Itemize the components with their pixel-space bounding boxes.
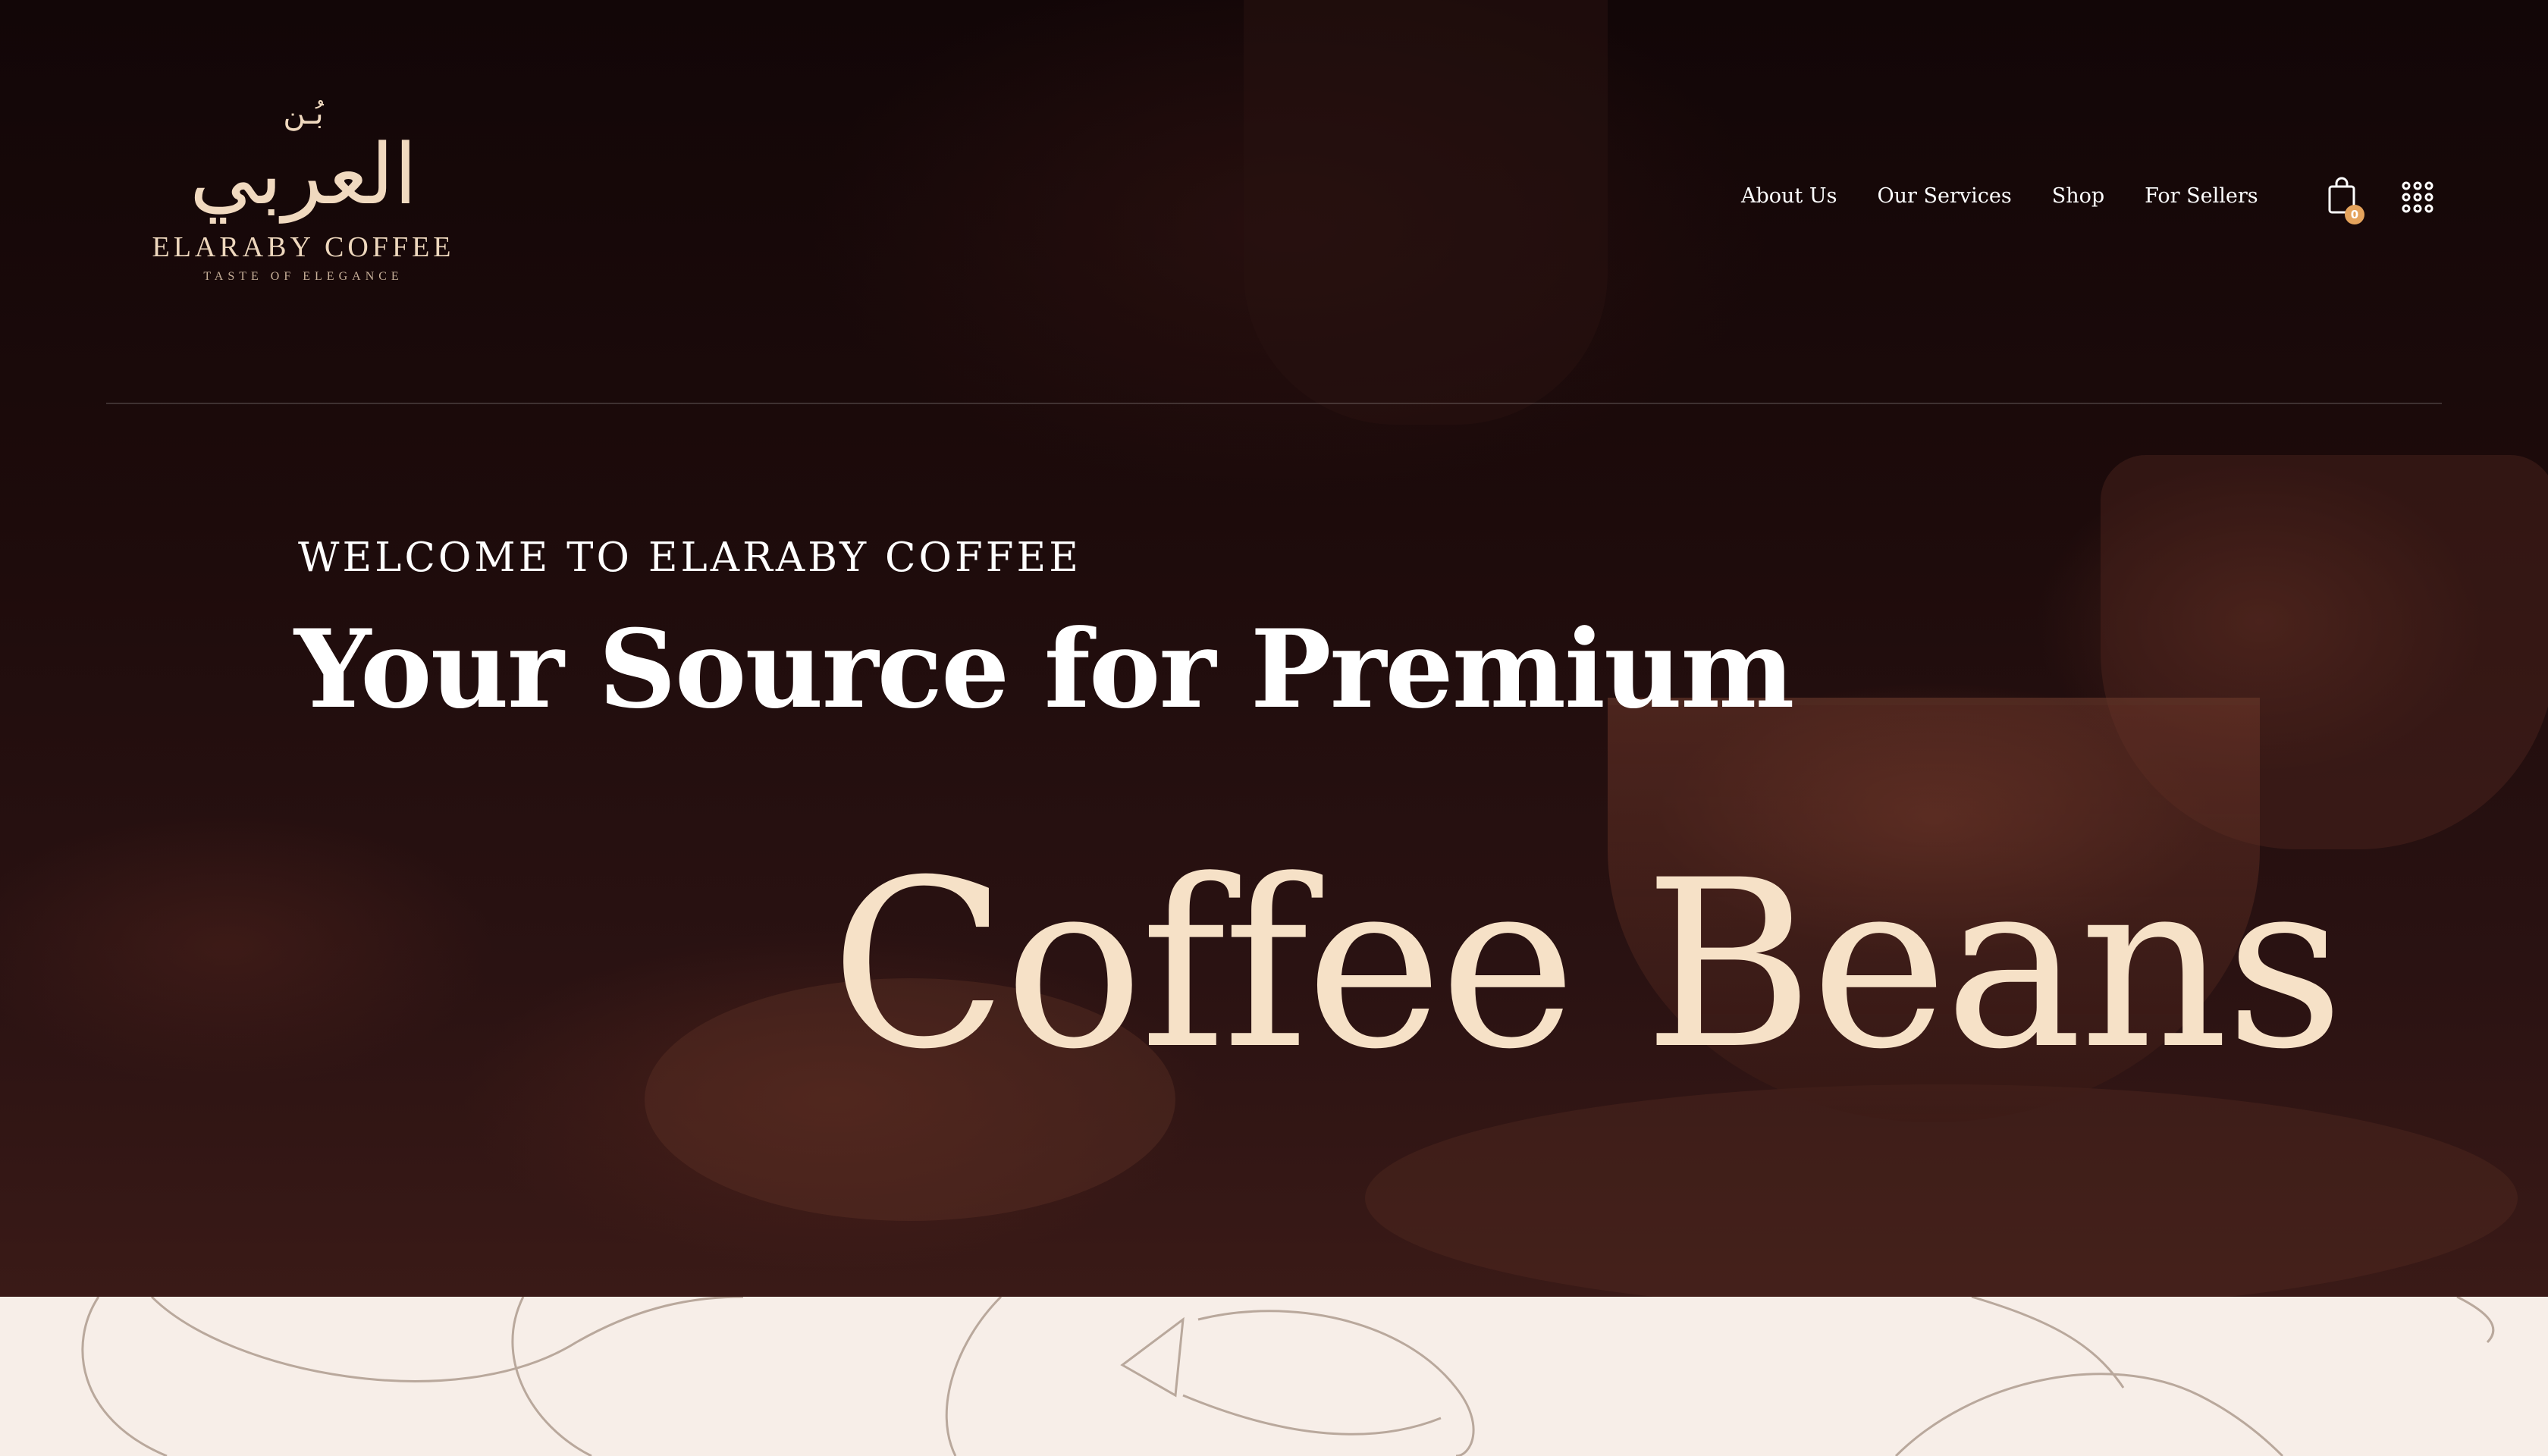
menu-button[interactable] (2401, 180, 2434, 214)
logo-arabic-prefix: بُـن (283, 96, 324, 131)
calligraphy-pattern-graphic (81, 1297, 2495, 1456)
cart-button[interactable]: 0 (2327, 176, 2364, 224)
nav-about-us[interactable]: About Us (1741, 184, 1837, 208)
main-navigation: About Us Our Services Shop For Sellers (1741, 182, 2258, 209)
background-coffee-pot (1244, 0, 1608, 425)
logo-arabic-mark: بُـن العربي (152, 99, 455, 228)
hero-headline: Your Source for Premium (294, 607, 1794, 733)
nav-for-sellers[interactable]: For Sellers (2145, 184, 2258, 208)
header-divider (106, 403, 2442, 404)
nav-our-services[interactable]: Our Services (1877, 184, 2011, 208)
logo-tagline: TASTE OF ELEGANCE (203, 270, 403, 283)
hero-highlight-text: Coffee Beans (830, 830, 2344, 1100)
grid-dots-icon (2402, 181, 2433, 213)
cart-count-badge: 0 (2345, 205, 2364, 224)
hero-section: بُـن العربي ELARABY COFFEE TASTE OF ELEG… (0, 0, 2548, 1297)
site-logo[interactable]: بُـن العربي ELARABY COFFEE TASTE OF ELEG… (152, 99, 455, 303)
logo-brand-name: ELARABY COFFEE (152, 231, 455, 263)
nav-shop[interactable]: Shop (2052, 184, 2104, 208)
calligraphy-pattern-section (0, 1297, 2548, 1456)
hero-welcome-text: WELCOME TO ELARABY COFFEE (298, 535, 1081, 581)
